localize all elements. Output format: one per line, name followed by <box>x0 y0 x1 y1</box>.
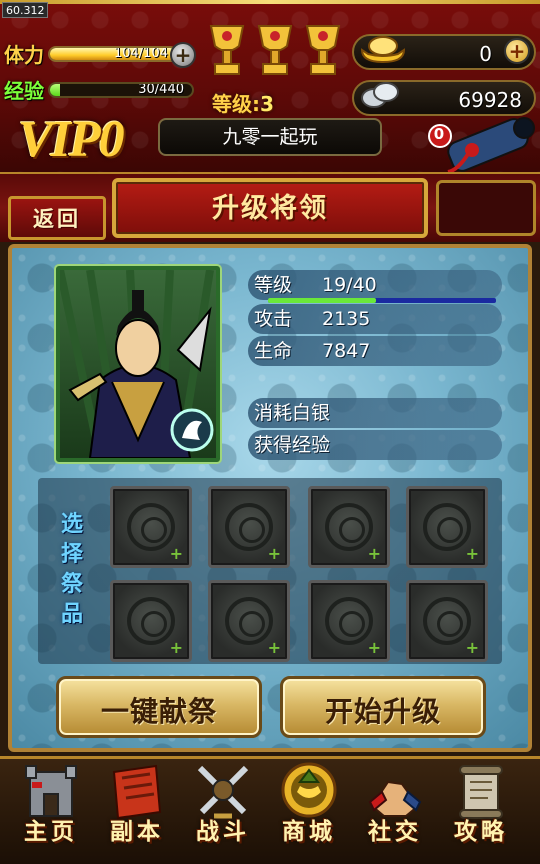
hp-row: 生命 7847 <box>248 336 502 366</box>
emblem-icon <box>423 503 471 551</box>
cannon-badge: 0 <box>433 125 445 143</box>
add-icon: + <box>267 638 281 657</box>
exp-bar: 30/440 <box>48 82 194 98</box>
gold-ingot-value: 0 <box>479 42 492 66</box>
general-level-bar <box>268 298 496 303</box>
stamina-label: 体力 <box>4 44 44 67</box>
exp-label: 经验 <box>4 80 44 103</box>
add-icon: + <box>367 638 381 657</box>
add-icon: + <box>367 544 381 563</box>
nav-social-label: 社交 <box>368 819 422 845</box>
hp-value: 7847 <box>322 340 371 362</box>
server-name: 九零一起玩 <box>158 118 382 156</box>
emblem-icon <box>127 503 175 551</box>
back-button-label[interactable]: 返回 <box>8 203 106 233</box>
nav-battle[interactable]: 战斗 <box>180 760 266 864</box>
cost-label: 消耗白银 <box>254 402 331 424</box>
level-label: 等级 <box>254 274 293 296</box>
exp-row: 经验 <box>0 76 44 103</box>
stamina-row: 体力 <box>0 40 44 67</box>
level-value: 19/40 <box>322 274 377 296</box>
offering-slot[interactable]: + <box>208 580 290 662</box>
exp-value: 30/440 <box>138 82 184 97</box>
add-stamina-button[interactable]: + <box>170 42 196 68</box>
page-title: 升级将领 <box>212 193 328 224</box>
one-click-offer-label[interactable]: 一键献祭 <box>56 690 262 730</box>
emblem-icon <box>325 597 373 645</box>
silver-value: 69928 <box>458 88 522 112</box>
add-icon: + <box>169 638 183 657</box>
add-icon: + <box>267 544 281 563</box>
offering-slot[interactable]: + <box>208 486 290 568</box>
stamina-bar: 104/104 <box>48 46 178 62</box>
trophy-icon <box>305 25 341 75</box>
nav-social[interactable]: 社交 <box>352 760 438 864</box>
general-portrait-image <box>60 270 216 458</box>
select-offerings-label: 选 择 祭 品 <box>60 512 83 627</box>
emblem-icon <box>225 597 273 645</box>
gain-label: 获得经验 <box>254 434 331 456</box>
attack-row: 攻击 2135 <box>248 304 502 334</box>
stamina-value: 104/104 <box>113 46 168 61</box>
nav-dungeon[interactable]: 副本 <box>94 760 180 864</box>
offering-slot[interactable]: + <box>406 580 488 662</box>
nav-dungeon-label: 副本 <box>110 819 164 845</box>
nav-guide-label: 攻略 <box>454 819 508 845</box>
exp-bar-fill <box>50 84 60 96</box>
gain-row: 获得经验 <box>248 430 502 460</box>
add-gold-button[interactable]: + <box>504 38 530 64</box>
general-level-bar-fill <box>268 298 377 303</box>
add-icon: + <box>465 638 479 657</box>
nav-shop[interactable]: 商城 <box>266 760 352 864</box>
fps-counter: 60.312 <box>2 2 48 18</box>
player-level-value: 3 <box>260 92 274 116</box>
nav-guide[interactable]: 攻略 <box>438 760 524 864</box>
nav-battle-label: 战斗 <box>196 819 250 845</box>
emblem-icon <box>225 503 273 551</box>
general-portrait[interactable] <box>60 270 216 458</box>
offering-slot[interactable]: + <box>308 580 390 662</box>
trophy-icon <box>209 25 245 75</box>
silver-icon <box>361 82 399 108</box>
cannon-icon[interactable] <box>428 110 538 176</box>
attack-label: 攻击 <box>254 308 293 330</box>
ornament-right <box>436 180 536 236</box>
attack-value: 2135 <box>322 308 371 330</box>
hp-label: 生命 <box>254 340 293 362</box>
offering-slot[interactable]: + <box>406 486 488 568</box>
offering-slot[interactable]: + <box>308 486 390 568</box>
nav-shop-label: 商城 <box>282 819 336 845</box>
trophy-group <box>205 22 351 88</box>
gold-ingot-icon <box>360 36 406 64</box>
player-level-label: 等级: <box>212 92 260 116</box>
nav-home-label: 主页 <box>24 819 78 845</box>
emblem-icon <box>325 503 373 551</box>
vip-badge[interactable]: VIP0 <box>18 110 125 169</box>
emblem-icon <box>423 597 471 645</box>
start-upgrade-label[interactable]: 开始升级 <box>280 690 486 730</box>
emblem-icon <box>127 597 175 645</box>
offering-slot[interactable]: + <box>110 486 192 568</box>
trophy-icon <box>257 25 293 75</box>
add-icon: + <box>465 544 479 563</box>
cost-row: 消耗白银 <box>248 398 502 428</box>
add-icon: + <box>169 544 183 563</box>
offering-slot[interactable]: + <box>110 580 192 662</box>
player-level: 等级:3 <box>212 88 274 117</box>
nav-home[interactable]: 主页 <box>8 760 94 864</box>
level-row: 等级 19/40 <box>248 270 502 300</box>
